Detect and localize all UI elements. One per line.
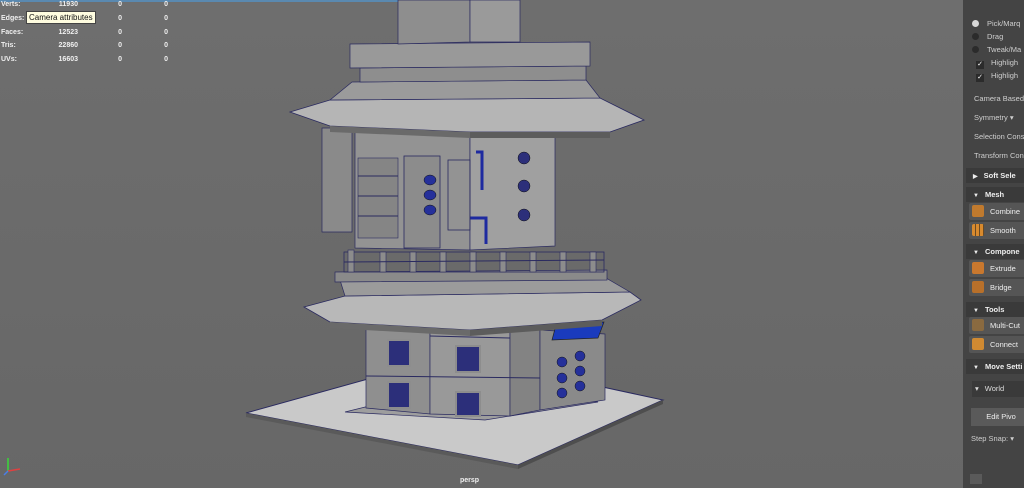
hud-value: 16603 (58, 56, 78, 64)
dropdown-arrow-icon: ▾ (975, 384, 979, 393)
hud-value: 0 (164, 28, 168, 36)
hud-label: UVs: (1, 56, 17, 64)
radio-icon (972, 46, 979, 53)
hud-value: 0 (118, 14, 122, 22)
extrude-icon (972, 262, 984, 274)
move-settings-section[interactable]: ▼ Move Setti (966, 359, 1024, 374)
hud-label: Tris: (1, 42, 16, 50)
hud-value: 0 (164, 14, 168, 22)
hud-row-tris: Tris: 22860 0 0 (0, 41, 175, 55)
tool-label: Smooth (990, 226, 1016, 235)
axis-icon (3, 458, 21, 476)
step-snap-control[interactable]: Step Snap: ▾ (971, 434, 1014, 443)
section-label: Move Setti (984, 362, 1023, 371)
soft-select-section[interactable]: ▶ Soft Sele (966, 168, 1024, 183)
hud-value: 0 (118, 42, 122, 50)
collapse-arrow-icon: ▼ (973, 365, 979, 371)
hud-value: 11930 (58, 1, 78, 8)
option-label: Highligh (991, 71, 1019, 80)
expand-arrow-icon: ▶ (973, 174, 978, 180)
radio-selected-icon (972, 20, 979, 27)
dropdown-arrow-icon: ▾ (1009, 113, 1014, 122)
connect-icon (972, 338, 984, 350)
combine-icon (972, 205, 984, 217)
option-label: Highligh (991, 58, 1019, 67)
smooth-icon (972, 224, 984, 236)
highlight-checkbox-1[interactable]: ✓ Highligh (972, 58, 1018, 70)
multi-cut-button[interactable]: Multi-Cut (969, 317, 1024, 334)
tools-section[interactable]: ▼ Tools (966, 302, 1024, 317)
camera-based-option[interactable]: Camera Based (974, 94, 1024, 103)
hud-value: 0 (164, 1, 168, 8)
transform-constraint-option[interactable]: Transform Con (974, 151, 1024, 160)
mesh-section[interactable]: ▼ Mesh (966, 187, 1024, 202)
collapse-arrow-icon: ▼ (973, 193, 979, 199)
tool-label: Connect (990, 340, 1018, 349)
camera-attributes-tooltip: Camera attributes (26, 11, 96, 24)
combine-button[interactable]: Combine (969, 203, 1024, 220)
hud-value: 22860 (58, 42, 78, 50)
components-section[interactable]: ▼ Compone (966, 244, 1024, 259)
checkmark-icon: ✓ (976, 61, 984, 69)
scroll-handle[interactable] (970, 474, 982, 484)
hud-value: 0 (118, 1, 122, 8)
option-label: Drag (987, 32, 1004, 41)
dropdown-value: World (984, 384, 1005, 393)
tool-label: Extrude (990, 264, 1016, 273)
tool-label: Multi-Cut (990, 321, 1021, 330)
selection-constraint-option[interactable]: Selection Cons (974, 132, 1024, 141)
hud-label: Verts: (1, 1, 21, 8)
section-label: Mesh (984, 190, 1005, 199)
collapse-arrow-icon: ▼ (973, 250, 979, 256)
option-label: Pick/Marq (987, 19, 1021, 28)
edit-pivot-button[interactable]: Edit Pivo (971, 408, 1024, 426)
bridge-button[interactable]: Bridge (969, 279, 1024, 296)
hud-value: 0 (118, 56, 122, 64)
hud-value: 0 (164, 56, 168, 64)
highlight-checkbox-2[interactable]: ✓ Highligh (972, 71, 1018, 83)
radio-icon (972, 33, 979, 40)
dropdown-arrow-icon: ▾ (1010, 434, 1014, 443)
axis-orientation-dropdown[interactable]: ▾ World (972, 381, 1024, 397)
symmetry-label: Symmetry (974, 113, 1008, 122)
bridge-icon (972, 281, 984, 293)
symmetry-dropdown[interactable]: Symmetry ▾ (974, 113, 1014, 122)
smooth-button[interactable]: Smooth (969, 222, 1024, 239)
hud-value: 0 (164, 42, 168, 50)
hud-label: Edges: (1, 14, 25, 22)
extrude-button[interactable]: Extrude (969, 260, 1024, 277)
camera-name-label: persp (460, 477, 480, 484)
hud-value: 12523 (58, 28, 78, 36)
tweak-marquee-option[interactable]: Tweak/Ma (972, 45, 1021, 57)
step-snap-label: Step Snap: (971, 434, 1009, 443)
connect-button[interactable]: Connect (969, 336, 1024, 353)
tool-label: Bridge (990, 283, 1012, 292)
hud-value: 0 (118, 28, 122, 36)
section-label: Tools (984, 305, 1005, 314)
option-label: Tweak/Ma (987, 45, 1022, 54)
section-label: Compone (984, 247, 1020, 256)
hud-row-uvs: UVs: 16603 0 0 (0, 55, 175, 69)
section-label: Soft Sele (983, 171, 1016, 180)
tool-label: Combine (990, 207, 1021, 216)
viewport-persp[interactable]: Verts: 11930 0 0 Edges: 0 0 Faces: 12523… (0, 0, 963, 488)
checkmark-icon: ✓ (976, 74, 984, 82)
hud-label: Faces: (1, 28, 24, 36)
multi-cut-icon (972, 319, 984, 331)
pagoda-model[interactable] (0, 0, 963, 488)
drag-option[interactable]: Drag (972, 32, 1003, 44)
pick-marquee-option[interactable]: Pick/Marq (972, 19, 1020, 31)
modeling-toolkit-panel: Pick/Marq Drag Tweak/Ma ✓ Highligh ✓ Highl… (966, 0, 1024, 488)
hud-row-faces: Faces: 12523 0 0 (0, 28, 175, 42)
